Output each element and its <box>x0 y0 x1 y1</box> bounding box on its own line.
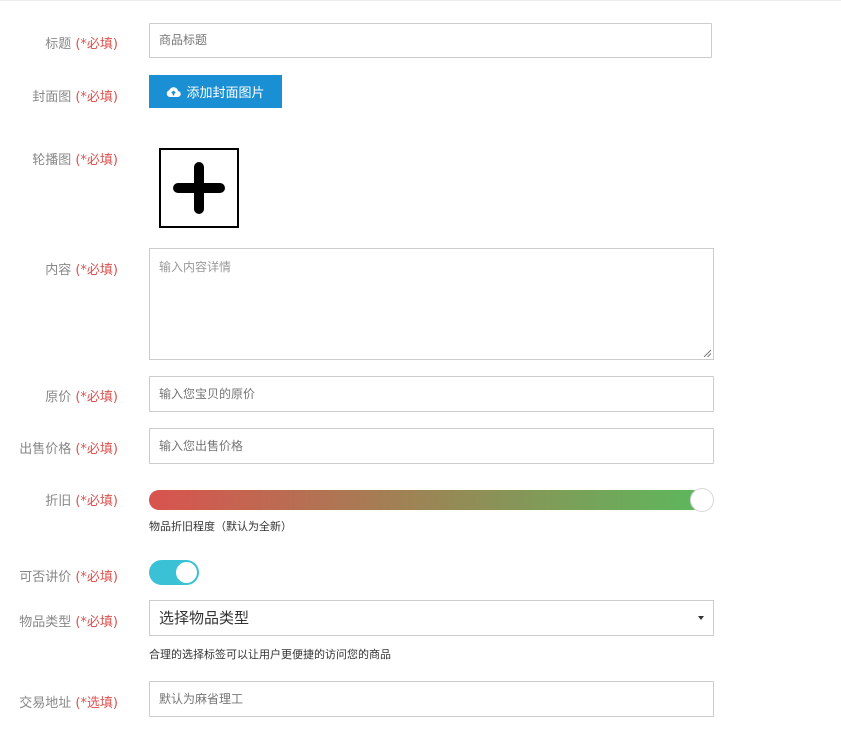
content-label-text: 内容 <box>45 263 72 278</box>
add-carousel-image-button[interactable] <box>159 148 239 228</box>
content-textarea[interactable]: 输入内容详情 <box>149 248 714 360</box>
caret-down-icon <box>698 616 704 620</box>
original-price-label-text: 原价 <box>45 390 72 405</box>
required-mark: (*必填) <box>75 615 118 630</box>
negotiable-label-text: 可否讲价 <box>19 570 72 585</box>
add-cover-image-label: 添加封面图片 <box>186 86 265 101</box>
original-price-label: 原价 (*必填) <box>0 386 118 405</box>
title-label: 标题 (*必填) <box>0 33 118 52</box>
title-input[interactable] <box>149 23 712 58</box>
address-input[interactable] <box>149 681 714 717</box>
required-mark: (*必填) <box>75 263 118 278</box>
category-label: 物品类型 (*必填) <box>0 611 118 630</box>
required-mark: (*必填) <box>75 494 118 509</box>
address-label: 交易地址 (*选填) <box>0 692 118 711</box>
cloud-upload-icon <box>167 86 182 97</box>
negotiable-label: 可否讲价 (*必填) <box>0 566 118 585</box>
address-label-text: 交易地址 <box>19 696 72 711</box>
original-price-input[interactable] <box>149 376 714 412</box>
add-cover-image-button[interactable]: 添加封面图片 <box>149 75 282 108</box>
content-placeholder: 输入内容详情 <box>159 260 232 274</box>
content-label: 内容 (*必填) <box>0 259 118 278</box>
category-hint: 合理的选择标签可以让用户更便捷的访问您的商品 <box>149 648 391 661</box>
required-mark: (*必填) <box>75 153 118 168</box>
top-divider <box>0 0 841 1</box>
category-select[interactable]: 选择物品类型 <box>149 600 714 636</box>
title-label-text: 标题 <box>45 37 72 52</box>
condition-slider-track[interactable] <box>149 490 703 510</box>
required-mark: (*必填) <box>75 90 118 105</box>
category-selected-value: 选择物品类型 <box>159 609 250 627</box>
negotiable-toggle[interactable] <box>149 560 199 585</box>
required-mark: (*必填) <box>75 442 118 457</box>
resize-handle-icon[interactable] <box>703 349 711 357</box>
plus-icon <box>173 162 225 214</box>
condition-label: 折旧 (*必填) <box>0 490 118 509</box>
condition-hint: 物品折旧程度（默认为全新） <box>149 520 292 533</box>
optional-mark: (*选填) <box>75 696 118 711</box>
sale-price-label-text: 出售价格 <box>19 442 72 457</box>
required-mark: (*必填) <box>75 390 118 405</box>
required-mark: (*必填) <box>75 37 118 52</box>
carousel-label: 轮播图 (*必填) <box>0 149 118 168</box>
cover-label: 封面图 (*必填) <box>0 86 118 105</box>
condition-slider-handle[interactable] <box>690 488 714 512</box>
sale-price-label: 出售价格 (*必填) <box>0 438 118 457</box>
required-mark: (*必填) <box>75 570 118 585</box>
carousel-label-text: 轮播图 <box>32 153 72 168</box>
toggle-knob <box>176 562 197 583</box>
condition-label-text: 折旧 <box>45 494 72 509</box>
category-label-text: 物品类型 <box>19 615 72 630</box>
cover-label-text: 封面图 <box>32 90 72 105</box>
sale-price-input[interactable] <box>149 428 714 464</box>
